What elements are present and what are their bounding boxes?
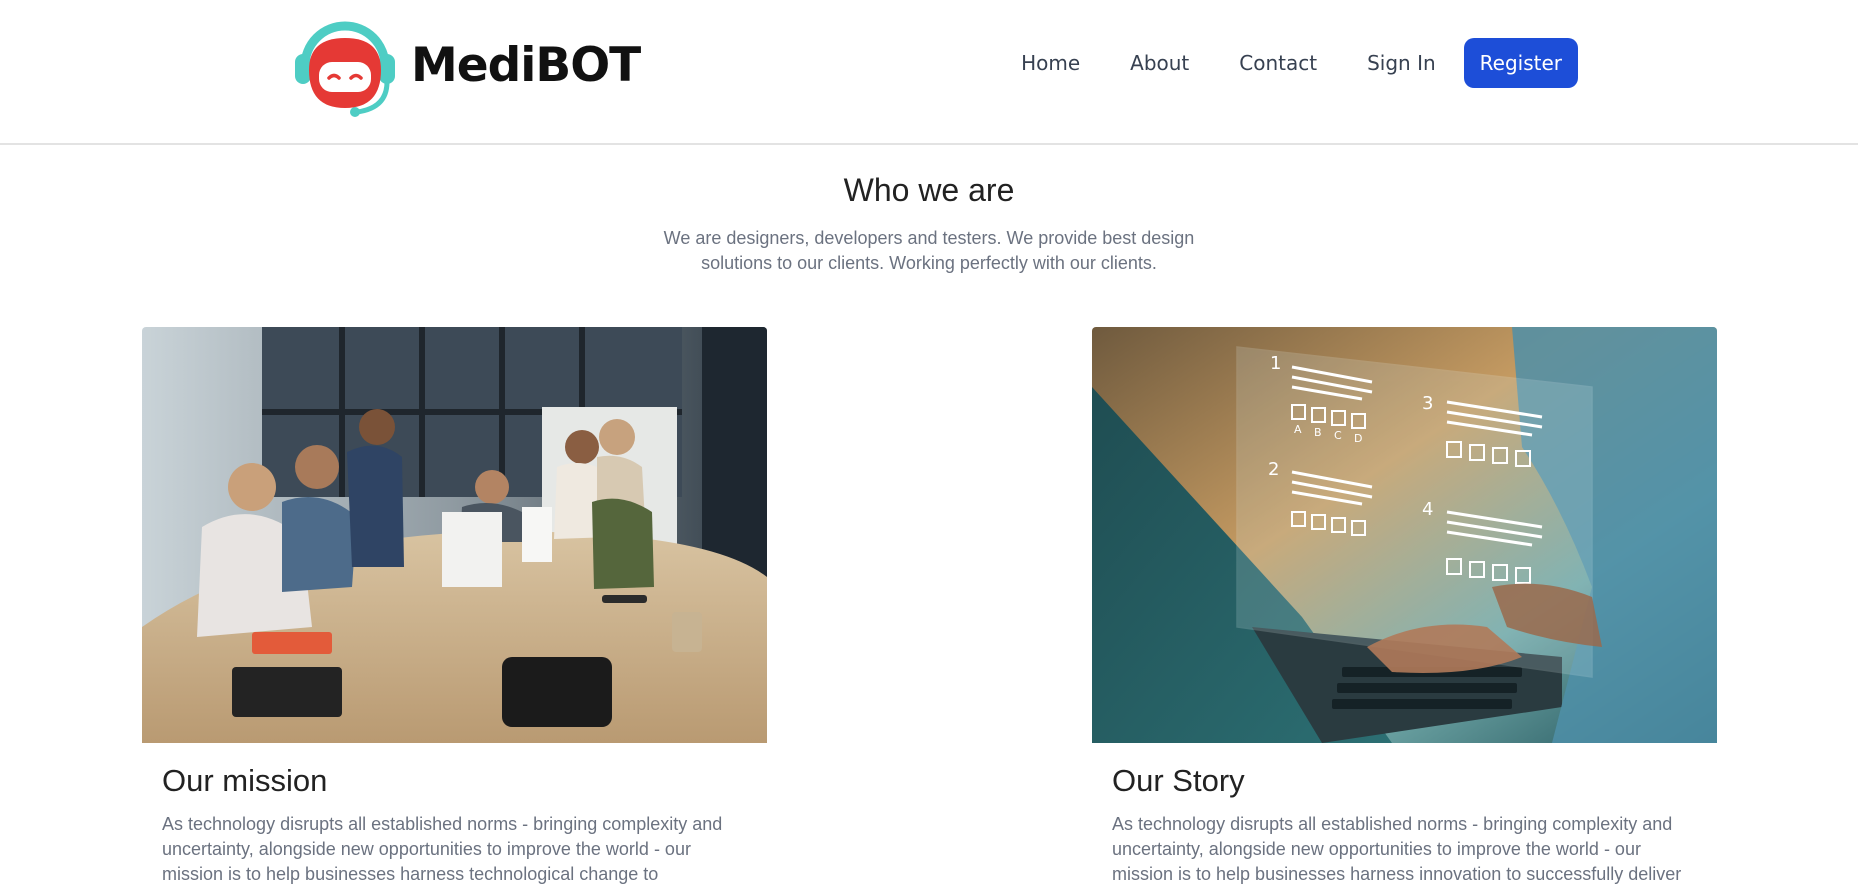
nav-about-link[interactable]: About	[1130, 51, 1189, 75]
team-meeting-photo	[142, 327, 767, 743]
overlay-option-d: D	[1354, 432, 1362, 445]
section-heading: Who we are	[843, 172, 1015, 208]
card-title-story: Our Story	[1112, 763, 1245, 798]
brand-logo-link[interactable]: MediBOT	[291, 12, 641, 118]
online-survey-laptop-photo: 1 2 3 4 A B C D	[1092, 327, 1717, 743]
nav-contact-link[interactable]: Contact	[1239, 51, 1317, 75]
navbar: MediBOT Home About Contact Sign In Regis…	[0, 0, 1858, 145]
card-title-mission: Our mission	[162, 763, 328, 798]
section-intro: We are designers, developers and testers…	[663, 228, 1195, 273]
overlay-option-c: C	[1334, 429, 1342, 442]
card-text-story: As technology disrupts all established n…	[1112, 814, 1682, 884]
nav-signin-link[interactable]: Sign In	[1367, 51, 1436, 75]
robot-headset-icon	[291, 12, 399, 118]
card-text-mission: As technology disrupts all established n…	[162, 814, 723, 884]
overlay-option-a: A	[1294, 423, 1302, 436]
overlay-option-b: B	[1314, 426, 1322, 439]
overlay-number-2: 2	[1268, 459, 1279, 480]
overlay-number-3: 3	[1422, 393, 1433, 414]
main-nav: Home About Contact Sign In Register	[1021, 38, 1578, 88]
overlay-number-4: 4	[1422, 499, 1433, 520]
nav-home-link[interactable]: Home	[1021, 51, 1080, 75]
overlay-number-1: 1	[1270, 353, 1281, 374]
brand-name: MediBOT	[411, 37, 641, 93]
register-button[interactable]: Register	[1463, 38, 1578, 88]
